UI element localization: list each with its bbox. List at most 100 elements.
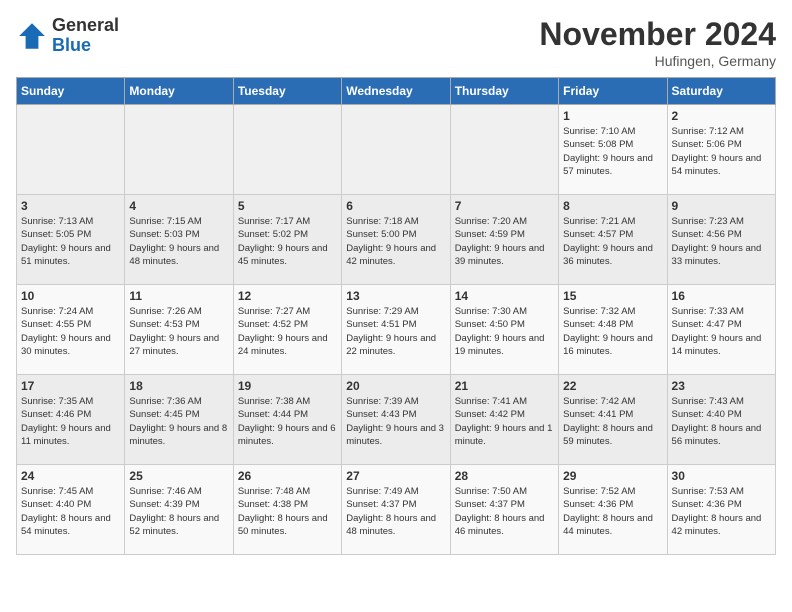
calendar-week-4: 17Sunrise: 7:35 AM Sunset: 4:46 PM Dayli…	[17, 375, 776, 465]
day-info: Sunrise: 7:39 AM Sunset: 4:43 PM Dayligh…	[346, 395, 445, 448]
calendar-cell	[125, 105, 233, 195]
day-info: Sunrise: 7:45 AM Sunset: 4:40 PM Dayligh…	[21, 485, 120, 538]
day-info: Sunrise: 7:33 AM Sunset: 4:47 PM Dayligh…	[672, 305, 771, 358]
day-number: 14	[455, 289, 554, 303]
day-number: 12	[238, 289, 337, 303]
calendar-cell: 9 Sunrise: 7:23 AM Sunset: 4:56 PM Daylig…	[667, 195, 775, 285]
day-info: Sunrise: 7:23 AM Sunset: 4:56 PM Dayligh…	[672, 215, 771, 268]
day-info: Sunrise: 7:13 AM Sunset: 5:05 PM Dayligh…	[21, 215, 120, 268]
calendar-week-5: 24 Sunrise: 7:45 AM Sunset: 4:40 PM Dayli…	[17, 465, 776, 555]
day-info: Sunrise: 7:42 AM Sunset: 4:41 PM Dayligh…	[563, 395, 662, 448]
day-info: Sunrise: 7:52 AM Sunset: 4:36 PM Dayligh…	[563, 485, 662, 538]
day-number: 5	[238, 199, 337, 213]
day-number: 16	[672, 289, 771, 303]
calendar-cell: 22 Sunrise: 7:42 AM Sunset: 4:41 PM Dayli…	[559, 375, 667, 465]
calendar-cell: 30 Sunrise: 7:53 AM Sunset: 4:36 PM Dayli…	[667, 465, 775, 555]
calendar-cell: 7Sunrise: 7:20 AM Sunset: 4:59 PM Daylig…	[450, 195, 558, 285]
calendar-cell: 25 Sunrise: 7:46 AM Sunset: 4:39 PM Dayli…	[125, 465, 233, 555]
calendar-cell: 3 Sunrise: 7:13 AM Sunset: 5:05 PM Daylig…	[17, 195, 125, 285]
month-title: November 2024	[539, 16, 776, 53]
calendar-cell: 10 Sunrise: 7:24 AM Sunset: 4:55 PM Dayli…	[17, 285, 125, 375]
day-info: Sunrise: 7:53 AM Sunset: 4:36 PM Dayligh…	[672, 485, 771, 538]
day-number: 3	[21, 199, 120, 213]
day-info: Sunrise: 7:30 AM Sunset: 4:50 PM Dayligh…	[455, 305, 554, 358]
day-info: Sunrise: 7:36 AM Sunset: 4:45 PM Dayligh…	[129, 395, 228, 448]
day-info: Sunrise: 7:50 AM Sunset: 4:37 PM Dayligh…	[455, 485, 554, 538]
weekday-header-thursday: Thursday	[450, 78, 558, 105]
logo-icon	[16, 20, 48, 52]
day-info: Sunrise: 7:15 AM Sunset: 5:03 PM Dayligh…	[129, 215, 228, 268]
day-number: 8	[563, 199, 662, 213]
day-number: 18	[129, 379, 228, 393]
calendar-cell: 1Sunrise: 7:10 AM Sunset: 5:08 PM Daylig…	[559, 105, 667, 195]
day-info: Sunrise: 7:27 AM Sunset: 4:52 PM Dayligh…	[238, 305, 337, 358]
day-number: 15	[563, 289, 662, 303]
calendar-cell: 16 Sunrise: 7:33 AM Sunset: 4:47 PM Dayli…	[667, 285, 775, 375]
calendar-cell	[450, 105, 558, 195]
calendar-cell	[342, 105, 450, 195]
calendar-cell: 15 Sunrise: 7:32 AM Sunset: 4:48 PM Dayli…	[559, 285, 667, 375]
calendar-cell: 18 Sunrise: 7:36 AM Sunset: 4:45 PM Dayli…	[125, 375, 233, 465]
day-number: 23	[672, 379, 771, 393]
weekday-header-wednesday: Wednesday	[342, 78, 450, 105]
weekday-header-saturday: Saturday	[667, 78, 775, 105]
day-info: Sunrise: 7:29 AM Sunset: 4:51 PM Dayligh…	[346, 305, 445, 358]
day-info: Sunrise: 7:38 AM Sunset: 4:44 PM Dayligh…	[238, 395, 337, 448]
day-number: 20	[346, 379, 445, 393]
day-number: 26	[238, 469, 337, 483]
day-number: 7	[455, 199, 554, 213]
logo-general-text: General	[52, 16, 119, 36]
day-number: 21	[455, 379, 554, 393]
day-info: Sunrise: 7:21 AM Sunset: 4:57 PM Dayligh…	[563, 215, 662, 268]
calendar-table: SundayMondayTuesdayWednesdayThursdayFrid…	[16, 77, 776, 555]
day-info: Sunrise: 7:17 AM Sunset: 5:02 PM Dayligh…	[238, 215, 337, 268]
calendar-cell: 26 Sunrise: 7:48 AM Sunset: 4:38 PM Dayli…	[233, 465, 341, 555]
logo: General Blue	[16, 16, 119, 56]
calendar-week-2: 3 Sunrise: 7:13 AM Sunset: 5:05 PM Daylig…	[17, 195, 776, 285]
day-number: 13	[346, 289, 445, 303]
day-number: 29	[563, 469, 662, 483]
day-info: Sunrise: 7:48 AM Sunset: 4:38 PM Dayligh…	[238, 485, 337, 538]
calendar-cell: 21 Sunrise: 7:41 AM Sunset: 4:42 PM Dayli…	[450, 375, 558, 465]
day-number: 11	[129, 289, 228, 303]
calendar-cell: 5 Sunrise: 7:17 AM Sunset: 5:02 PM Daylig…	[233, 195, 341, 285]
day-number: 22	[563, 379, 662, 393]
day-info: Sunrise: 7:32 AM Sunset: 4:48 PM Dayligh…	[563, 305, 662, 358]
day-number: 30	[672, 469, 771, 483]
day-info: Sunrise: 7:18 AM Sunset: 5:00 PM Dayligh…	[346, 215, 445, 268]
day-info: Sunrise: 7:26 AM Sunset: 4:53 PM Dayligh…	[129, 305, 228, 358]
calendar-cell: 4 Sunrise: 7:15 AM Sunset: 5:03 PM Daylig…	[125, 195, 233, 285]
day-info: Sunrise: 7:24 AM Sunset: 4:55 PM Dayligh…	[21, 305, 120, 358]
calendar-cell: 27Sunrise: 7:49 AM Sunset: 4:37 PM Dayli…	[342, 465, 450, 555]
calendar-cell: 12 Sunrise: 7:27 AM Sunset: 4:52 PM Dayli…	[233, 285, 341, 375]
calendar-cell: 11 Sunrise: 7:26 AM Sunset: 4:53 PM Dayli…	[125, 285, 233, 375]
day-number: 25	[129, 469, 228, 483]
weekday-header-monday: Monday	[125, 78, 233, 105]
page-header: General Blue November 2024 Hufingen, Ger…	[16, 16, 776, 69]
day-number: 4	[129, 199, 228, 213]
logo-blue-text: Blue	[52, 36, 119, 56]
day-info: Sunrise: 7:12 AM Sunset: 5:06 PM Dayligh…	[672, 125, 771, 178]
day-info: Sunrise: 7:46 AM Sunset: 4:39 PM Dayligh…	[129, 485, 228, 538]
weekday-header-friday: Friday	[559, 78, 667, 105]
title-block: November 2024 Hufingen, Germany	[539, 16, 776, 69]
day-info: Sunrise: 7:10 AM Sunset: 5:08 PM Dayligh…	[563, 125, 662, 178]
day-info: Sunrise: 7:43 AM Sunset: 4:40 PM Dayligh…	[672, 395, 771, 448]
day-number: 6	[346, 199, 445, 213]
calendar-header-row: SundayMondayTuesdayWednesdayThursdayFrid…	[17, 78, 776, 105]
day-number: 24	[21, 469, 120, 483]
day-number: 28	[455, 469, 554, 483]
calendar-cell: 13 Sunrise: 7:29 AM Sunset: 4:51 PM Dayli…	[342, 285, 450, 375]
calendar-cell: 8 Sunrise: 7:21 AM Sunset: 4:57 PM Daylig…	[559, 195, 667, 285]
day-number: 2	[672, 109, 771, 123]
day-info: Sunrise: 7:41 AM Sunset: 4:42 PM Dayligh…	[455, 395, 554, 448]
calendar-cell: 24 Sunrise: 7:45 AM Sunset: 4:40 PM Dayli…	[17, 465, 125, 555]
day-number: 9	[672, 199, 771, 213]
weekday-header-tuesday: Tuesday	[233, 78, 341, 105]
calendar-cell: 2 Sunrise: 7:12 AM Sunset: 5:06 PM Daylig…	[667, 105, 775, 195]
day-number: 10	[21, 289, 120, 303]
calendar-cell: 20 Sunrise: 7:39 AM Sunset: 4:43 PM Dayli…	[342, 375, 450, 465]
calendar-week-3: 10 Sunrise: 7:24 AM Sunset: 4:55 PM Dayli…	[17, 285, 776, 375]
calendar-cell: 19Sunrise: 7:38 AM Sunset: 4:44 PM Dayli…	[233, 375, 341, 465]
calendar-cell: 28 Sunrise: 7:50 AM Sunset: 4:37 PM Dayli…	[450, 465, 558, 555]
